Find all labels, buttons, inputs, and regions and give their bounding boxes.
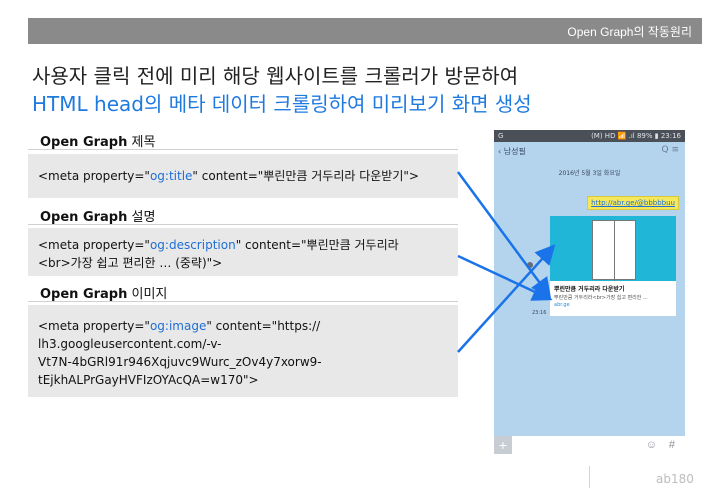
brand-logo: ab180 [656, 472, 694, 486]
footer-divider [589, 466, 590, 488]
connector-arrows [456, 171, 556, 353]
